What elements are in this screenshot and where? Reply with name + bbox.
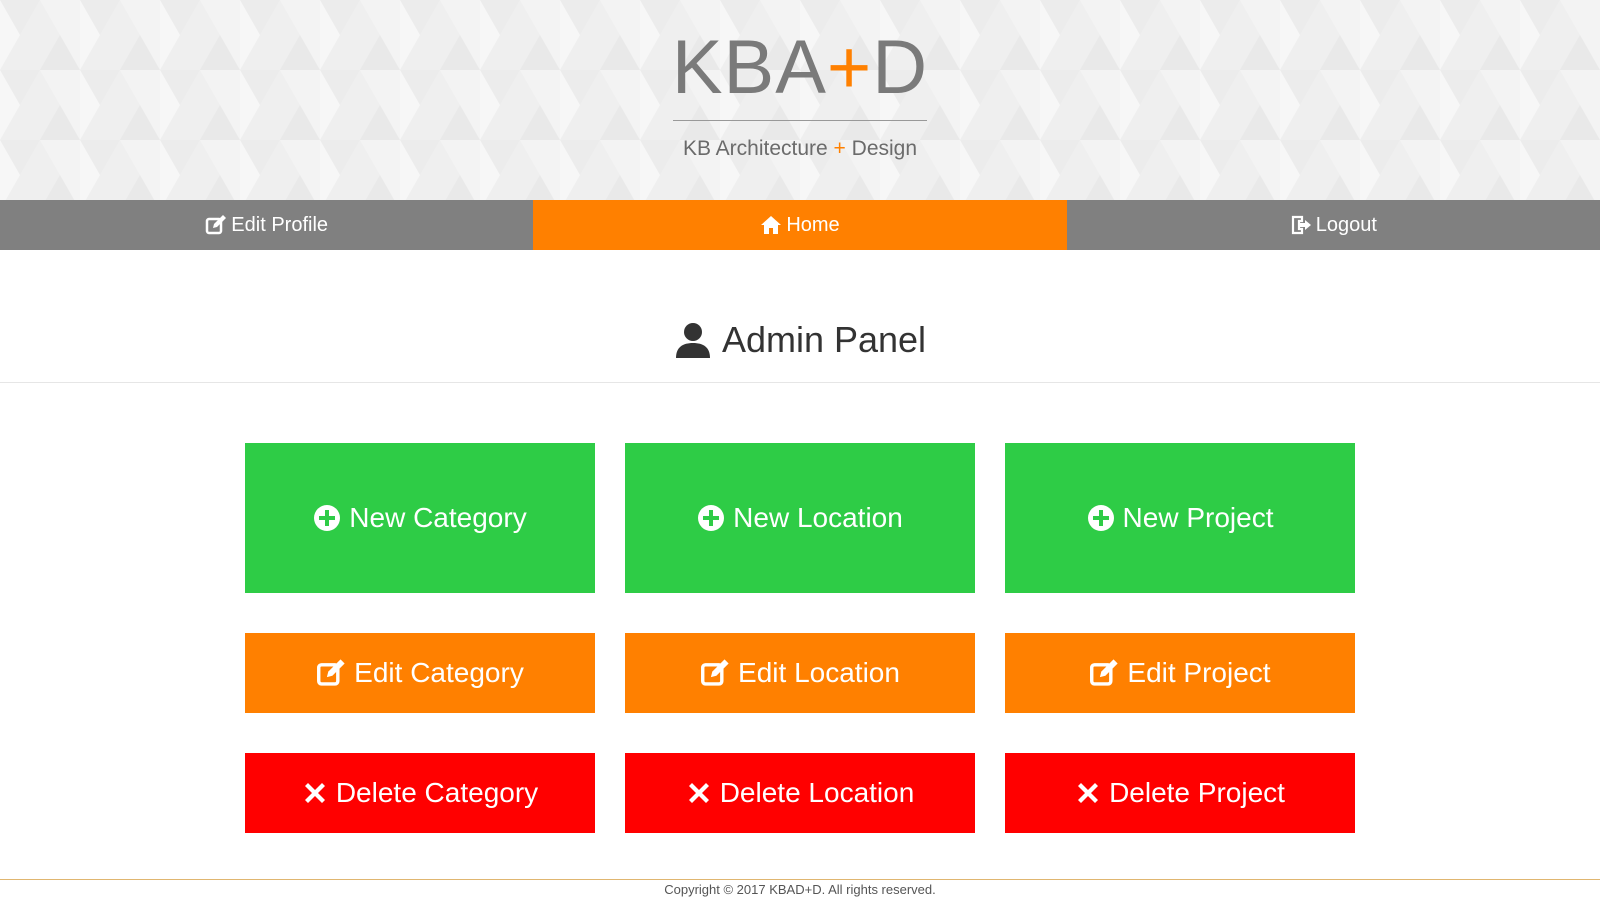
delete-project-button[interactable]: Delete Project: [1005, 753, 1355, 833]
title-divider: [0, 382, 1600, 383]
edit-icon: [316, 658, 346, 688]
delete-actions-row: Delete Category Delete Location Delete P…: [245, 753, 1355, 833]
delete-category-button[interactable]: Delete Category: [245, 753, 595, 833]
admin-actions-grid: New Category New Location New Project Ed…: [245, 443, 1355, 833]
user-icon: [674, 321, 712, 359]
button-label: Delete Location: [719, 777, 915, 808]
tagline-plus: +: [833, 137, 846, 160]
tagline: KB Architecture + Design: [683, 137, 917, 161]
footer-copyright: Copyright © 2017 KBAD+D. All rights rese…: [664, 882, 936, 897]
button-label: Edit Category: [354, 657, 524, 688]
logo-plus: +: [826, 25, 873, 110]
new-location-button[interactable]: New Location: [625, 443, 975, 593]
edit-category-button[interactable]: Edit Category: [245, 633, 595, 713]
button-label: Delete Category: [335, 777, 539, 808]
edit-icon: [1089, 658, 1119, 688]
tagline-right: Design: [851, 137, 918, 160]
button-label: New Category: [349, 502, 527, 533]
close-icon: [1075, 780, 1101, 806]
delete-location-button[interactable]: Delete Location: [625, 753, 975, 833]
nav-item-label: Edit Profile: [231, 213, 329, 236]
nav-item-logout[interactable]: Logout: [1066, 200, 1600, 250]
plus-circle-icon: [1087, 504, 1115, 532]
create-actions-row: New Category New Location New Project: [245, 443, 1355, 593]
button-label: New Project: [1122, 502, 1274, 533]
nav-item-label: Home: [786, 213, 840, 236]
logo-divider: [673, 120, 927, 121]
logo-text-right: D: [872, 25, 929, 110]
plus-circle-icon: [313, 504, 341, 532]
edit-icon: [700, 658, 730, 688]
footer-divider: [0, 879, 1600, 880]
new-project-button[interactable]: New Project: [1005, 443, 1355, 593]
edit-location-button[interactable]: Edit Location: [625, 633, 975, 713]
nav-item-edit-profile[interactable]: Edit Profile: [0, 200, 534, 250]
edit-icon: [205, 214, 227, 236]
edit-project-button[interactable]: Edit Project: [1005, 633, 1355, 713]
logo-text-left: KBA: [671, 25, 827, 110]
main-nav: Edit Profile Home Logout: [0, 200, 1600, 250]
nav-item-home[interactable]: Home: [533, 200, 1067, 250]
nav-item-label: Logout: [1315, 213, 1377, 236]
new-category-button[interactable]: New Category: [245, 443, 595, 593]
edit-actions-row: Edit Category Edit Location Edit Project: [245, 633, 1355, 713]
brand: KBA+D KB Architecture + Design: [0, 0, 1600, 200]
button-label: Edit Location: [738, 657, 900, 688]
home-icon: [760, 214, 782, 236]
button-label: Delete Project: [1109, 777, 1285, 808]
site-logo[interactable]: KBA+D: [672, 26, 928, 110]
close-icon: [302, 780, 328, 806]
logout-icon: [1290, 214, 1312, 236]
close-icon: [686, 780, 712, 806]
button-label: Edit Project: [1127, 657, 1271, 688]
page-title-text: Admin Panel: [721, 319, 927, 360]
site-header: KBA+D KB Architecture + Design: [0, 0, 1600, 200]
tagline-left: KB Architecture: [682, 137, 828, 160]
page-title: Admin Panel: [0, 315, 1600, 365]
plus-circle-icon: [697, 504, 725, 532]
button-label: New Location: [733, 502, 903, 533]
